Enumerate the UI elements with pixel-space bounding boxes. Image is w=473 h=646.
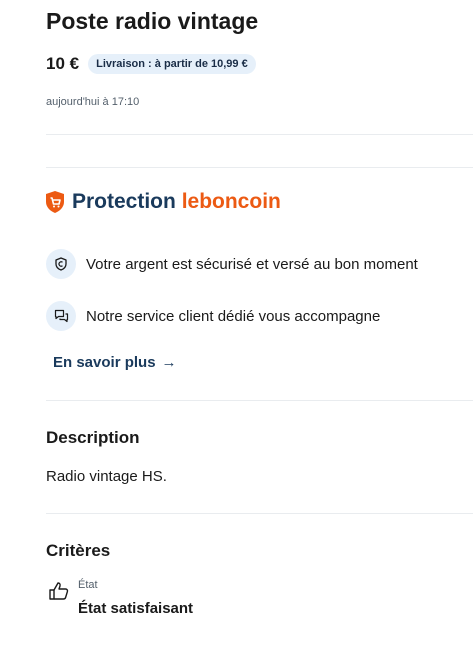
protection-feature: Votre argent est sécurisé et versé au bo…: [46, 249, 418, 279]
protection-word: Protection: [72, 190, 176, 213]
arrow-right-icon: →: [161, 354, 177, 371]
learn-more-link[interactable]: En savoir plus →: [53, 354, 177, 371]
brand-name: leboncoin: [181, 190, 281, 213]
criteria-value: État satisfaisant: [78, 600, 194, 617]
posted-date: aujourd'hui à 17:10: [46, 96, 140, 108]
description-heading: Description: [46, 428, 140, 447]
shield-check-icon: [46, 249, 76, 279]
protection-logo: Protection leboncoin: [46, 190, 281, 214]
chat-bubbles-icon: [46, 301, 76, 331]
protection-feature: Notre service client dédié vous accompag…: [46, 301, 380, 331]
protection-title: Protection leboncoin: [72, 190, 281, 214]
learn-more-label: En savoir plus: [53, 354, 156, 371]
price-row: 10 € Livraison : à partir de 10,99 €: [46, 54, 256, 74]
shield-cart-icon: [46, 191, 64, 213]
delivery-badge: Livraison : à partir de 10,99 €: [88, 54, 256, 74]
feature-text: Votre argent est sécurisé et versé au bo…: [86, 255, 418, 273]
divider: [46, 134, 473, 135]
divider: [46, 400, 473, 401]
description-text: Radio vintage HS.: [46, 468, 167, 485]
feature-text: Notre service client dédié vous accompag…: [86, 307, 381, 325]
divider: [46, 513, 473, 514]
criteria-heading: Critères: [46, 541, 111, 560]
criteria-label: État: [78, 579, 98, 591]
ad-title: Poste radio vintage: [46, 8, 259, 34]
thumbs-up-icon: [49, 582, 69, 600]
ad-price: 10 €: [46, 54, 80, 73]
divider: [46, 167, 473, 168]
